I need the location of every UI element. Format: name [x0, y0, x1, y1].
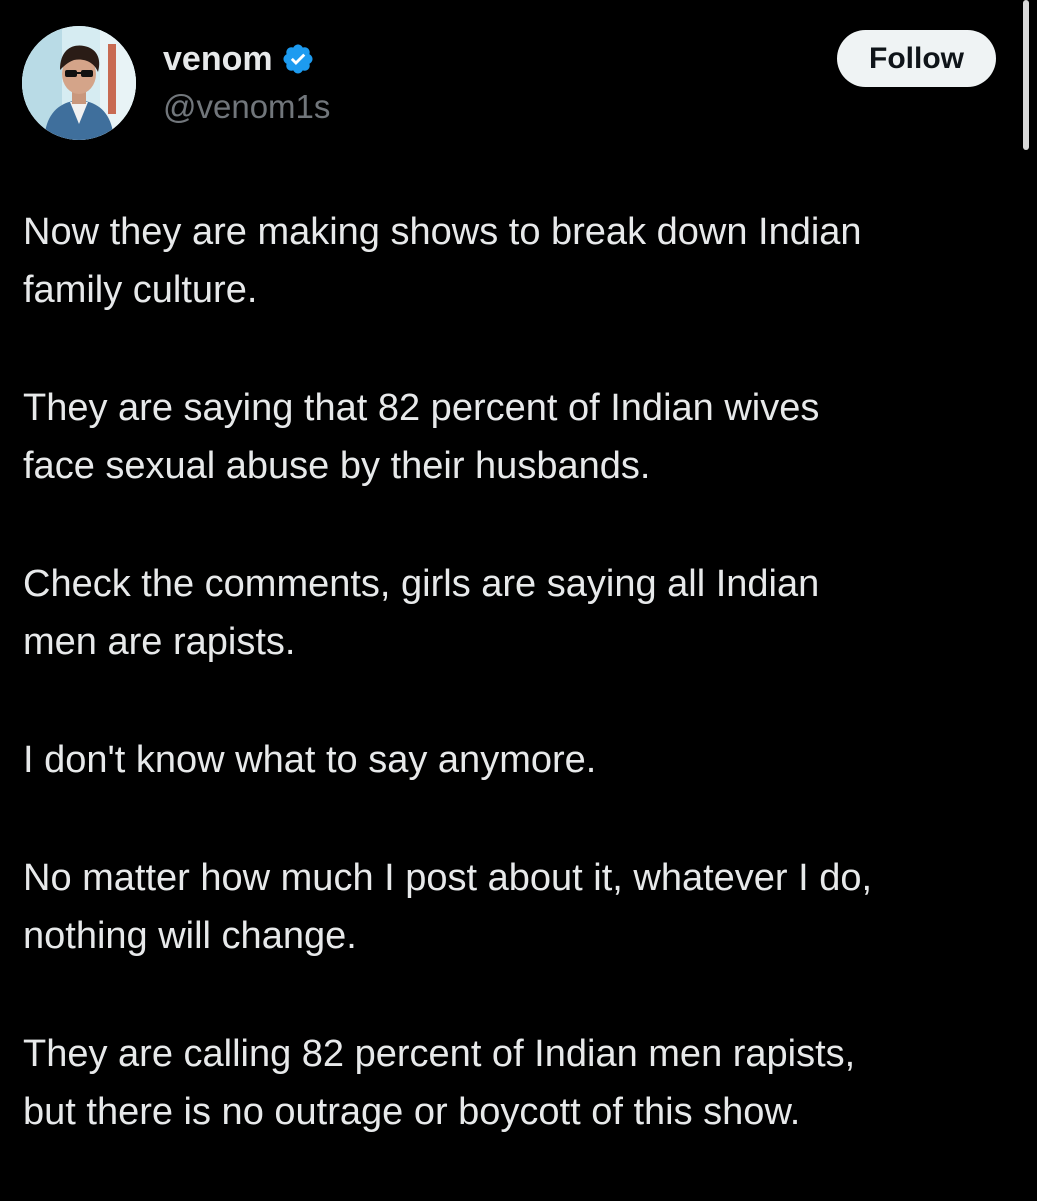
- tweet-paragraph: They are calling 82 percent of Indian me…: [23, 1033, 856, 1133]
- tweet-text: Now they are making shows to break down …: [23, 203, 1013, 1201]
- tweet-paragraph: No matter how much I post about it, what…: [23, 857, 873, 957]
- tweet-paragraph: I don't know what to say anymore.: [23, 739, 597, 781]
- tweet-paragraph: Now they are making shows to break down …: [23, 211, 862, 311]
- tweet-paragraph: Check the comments, girls are saying all…: [23, 563, 820, 663]
- avatar-photo: [22, 26, 136, 140]
- author-handle[interactable]: @venom1s: [163, 84, 330, 130]
- author-display-name[interactable]: venom: [163, 36, 273, 82]
- tweet-paragraph: They are saying that 82 percent of India…: [23, 387, 820, 487]
- tweet-card: venom @venom1s Follow Now they are makin…: [0, 0, 1037, 1200]
- scrollbar-thumb[interactable]: [1023, 0, 1029, 150]
- author-name-row: venom: [163, 36, 315, 82]
- verified-badge-icon[interactable]: [281, 42, 315, 76]
- follow-button[interactable]: Follow: [837, 30, 996, 87]
- author-avatar[interactable]: [22, 26, 136, 140]
